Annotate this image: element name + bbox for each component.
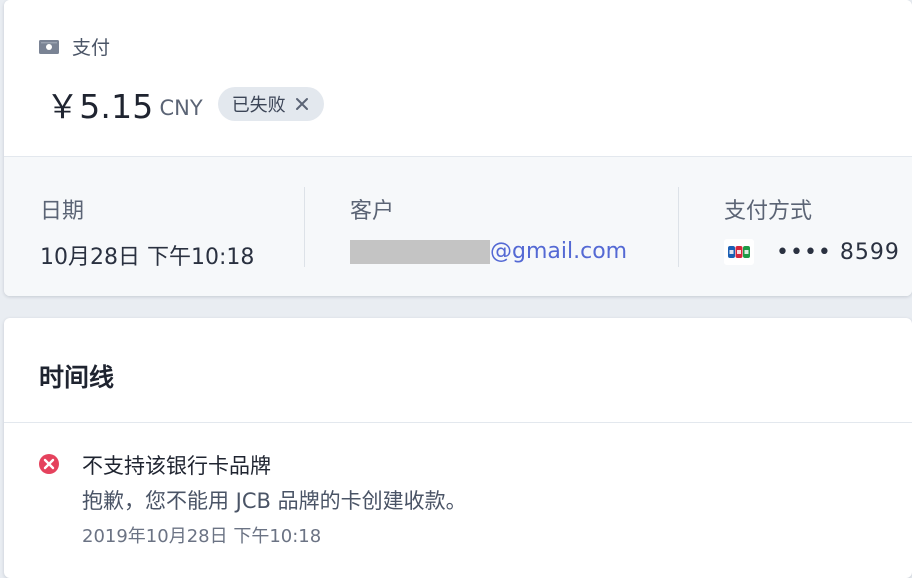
amount-row: ￥5.15 CNY 已失败 xyxy=(46,80,324,128)
payment-label-row: 支付 xyxy=(39,33,110,60)
column-divider xyxy=(678,187,679,267)
column-divider xyxy=(304,187,305,267)
cash-icon xyxy=(39,39,59,54)
customer-email-link[interactable]: @gmail.com xyxy=(350,239,627,264)
jcb-card-icon xyxy=(724,239,754,265)
payment-amount: ￥5.15 xyxy=(46,87,154,126)
card-last4: •••• 8599 xyxy=(776,239,900,265)
payment-header: 支付 ￥5.15 CNY 已失败 xyxy=(4,0,912,156)
event-timestamp: 2019年10月28日 下午10:18 xyxy=(82,526,322,547)
payment-currency: CNY xyxy=(159,96,203,120)
payment-card: 支付 ￥5.15 CNY 已失败 日期 10月28日 下午10:18 客户 @g… xyxy=(4,0,912,296)
timeline-divider xyxy=(4,422,912,423)
status-badge-label: 已失败 xyxy=(231,95,286,116)
timeline-title: 时间线 xyxy=(39,363,115,392)
customer-email-domain: @gmail.com xyxy=(490,239,628,264)
date-label: 日期 xyxy=(40,199,85,224)
payment-method-value: •••• 8599 xyxy=(724,239,900,265)
status-badge[interactable]: 已失败 xyxy=(217,87,324,121)
date-value: 10月28日 下午10:18 xyxy=(40,245,255,270)
payment-details: 日期 10月28日 下午10:18 客户 @gmail.com 支付方式 •••… xyxy=(4,156,912,296)
redacted-email-prefix xyxy=(350,239,490,264)
payment-method-label: 支付方式 xyxy=(724,199,813,224)
close-icon xyxy=(295,98,308,110)
event-title: 不支持该银行卡品牌 xyxy=(82,454,271,478)
event-description: 抱歉，您不能用 JCB 品牌的卡创建收款。 xyxy=(82,489,467,513)
error-icon xyxy=(39,454,59,474)
payment-section-label: 支付 xyxy=(72,37,111,59)
timeline-card: 时间线 不支持该银行卡品牌 抱歉，您不能用 JCB 品牌的卡创建收款。 2019… xyxy=(4,318,912,578)
customer-label: 客户 xyxy=(350,199,395,224)
